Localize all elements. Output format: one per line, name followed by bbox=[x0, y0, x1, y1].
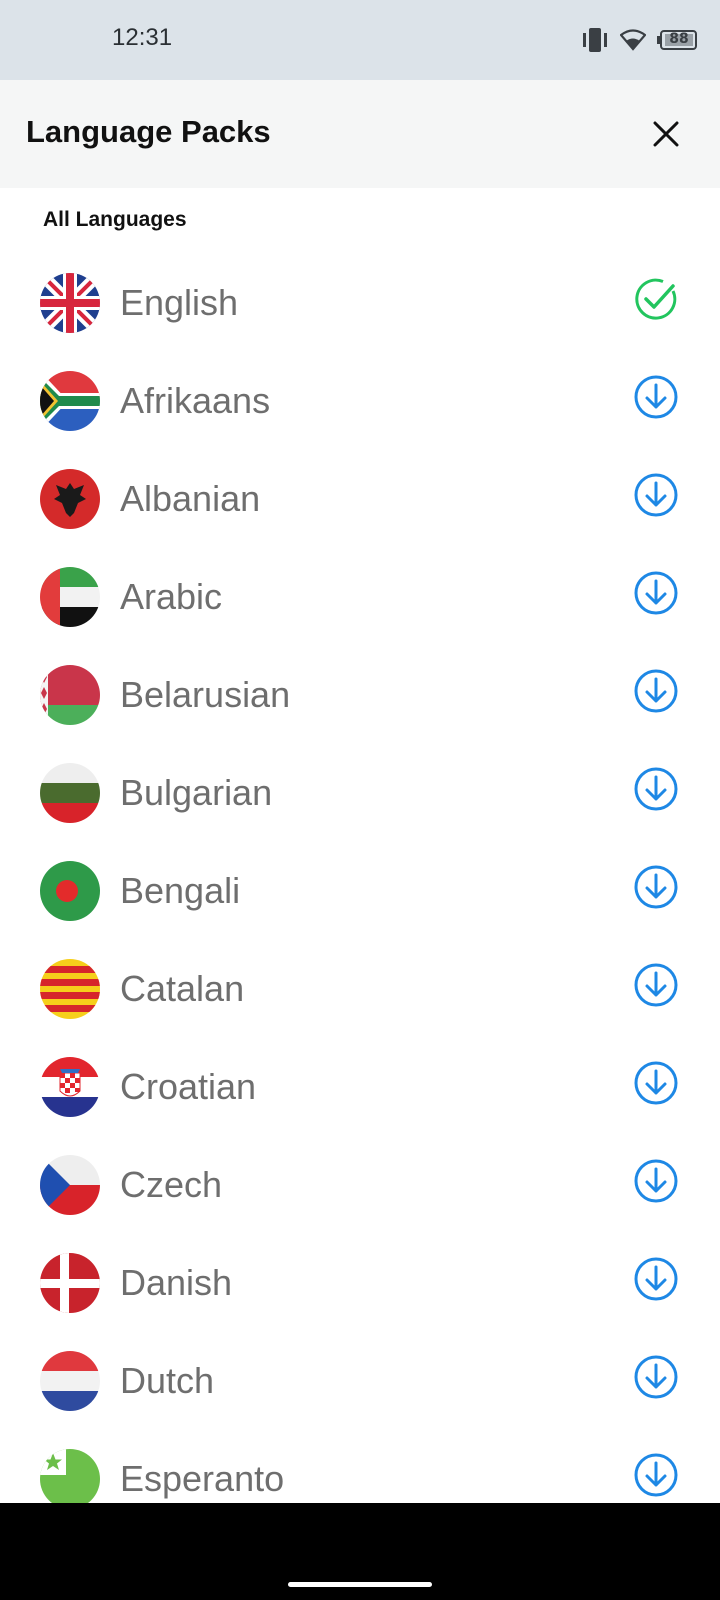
bangladesh-flag-icon bbox=[40, 861, 100, 921]
language-row-croatian[interactable]: Croatian bbox=[0, 1037, 720, 1137]
language-name: Esperanto bbox=[120, 1458, 285, 1499]
download-icon[interactable] bbox=[632, 1451, 680, 1499]
language-name: Czech bbox=[120, 1164, 223, 1205]
app-header: Language Packs bbox=[0, 80, 720, 188]
language-list[interactable]: English Afrikaans Albanian Arabic Belaru… bbox=[0, 253, 720, 1503]
download-icon[interactable] bbox=[632, 1059, 680, 1107]
language-row-bengali[interactable]: Bengali bbox=[0, 841, 720, 941]
language-row-dutch[interactable]: Dutch bbox=[0, 1331, 720, 1431]
catalonia-flag-icon bbox=[40, 959, 100, 1019]
albania-flag-icon bbox=[40, 469, 100, 529]
czech-flag-icon bbox=[40, 1155, 100, 1215]
belarus-flag-icon bbox=[40, 665, 100, 725]
status-icons: 88 bbox=[580, 24, 698, 56]
installed-check-icon bbox=[635, 278, 677, 320]
download-icon[interactable] bbox=[632, 765, 680, 813]
download-icon[interactable] bbox=[632, 863, 680, 911]
language-name: Croatian bbox=[120, 1066, 257, 1107]
language-name: Afrikaans bbox=[120, 380, 271, 421]
uk-flag-icon bbox=[40, 273, 100, 333]
language-name: Bulgarian bbox=[120, 772, 273, 813]
download-icon[interactable] bbox=[632, 961, 680, 1009]
language-name: English bbox=[120, 282, 239, 323]
denmark-flag-icon bbox=[40, 1253, 100, 1313]
download-icon[interactable] bbox=[632, 1353, 680, 1401]
uae-flag-icon bbox=[40, 567, 100, 627]
language-name: Dutch bbox=[120, 1360, 215, 1401]
language-row-esperanto[interactable]: Esperanto bbox=[0, 1429, 720, 1503]
download-icon[interactable] bbox=[632, 471, 680, 519]
netherlands-flag-icon bbox=[40, 1351, 100, 1411]
section-title: All Languages bbox=[43, 208, 187, 231]
download-icon[interactable] bbox=[632, 569, 680, 617]
language-name: Danish bbox=[120, 1262, 233, 1303]
language-name: Bengali bbox=[120, 870, 241, 911]
language-row-afrikaans[interactable]: Afrikaans bbox=[0, 351, 720, 451]
language-row-catalan[interactable]: Catalan bbox=[0, 939, 720, 1039]
language-name: Arabic bbox=[120, 576, 223, 617]
status-bar: 12:31 88 bbox=[0, 0, 720, 80]
battery-icon: 88 bbox=[656, 29, 698, 51]
download-icon[interactable] bbox=[632, 373, 680, 421]
download-icon[interactable] bbox=[632, 1255, 680, 1303]
language-name: Catalan bbox=[120, 968, 245, 1009]
language-row-belarusian[interactable]: Belarusian bbox=[0, 645, 720, 745]
language-row-albanian[interactable]: Albanian bbox=[0, 449, 720, 549]
battery-level: 88 bbox=[669, 31, 689, 47]
close-icon bbox=[653, 121, 679, 147]
language-row-arabic[interactable]: Arabic bbox=[0, 547, 720, 647]
language-row-bulgarian[interactable]: Bulgarian bbox=[0, 743, 720, 843]
wifi-icon bbox=[620, 29, 646, 51]
language-row-danish[interactable]: Danish bbox=[0, 1233, 720, 1333]
bulgaria-flag-icon bbox=[40, 763, 100, 823]
croatia-flag-icon bbox=[40, 1057, 100, 1117]
language-name: Albanian bbox=[120, 478, 261, 519]
language-row-czech[interactable]: Czech bbox=[0, 1135, 720, 1235]
download-icon[interactable] bbox=[632, 667, 680, 715]
close-button[interactable] bbox=[640, 108, 692, 160]
south-africa-flag-icon bbox=[40, 371, 100, 431]
vibrate-icon bbox=[583, 28, 607, 52]
page-title: Language Packs bbox=[26, 114, 271, 149]
home-gesture-handle[interactable] bbox=[288, 1582, 432, 1587]
language-row-english[interactable]: English bbox=[0, 253, 720, 353]
download-icon[interactable] bbox=[632, 1157, 680, 1205]
esperanto-flag-icon bbox=[40, 1449, 100, 1503]
status-time: 12:31 bbox=[112, 24, 173, 51]
language-name: Belarusian bbox=[120, 674, 291, 715]
